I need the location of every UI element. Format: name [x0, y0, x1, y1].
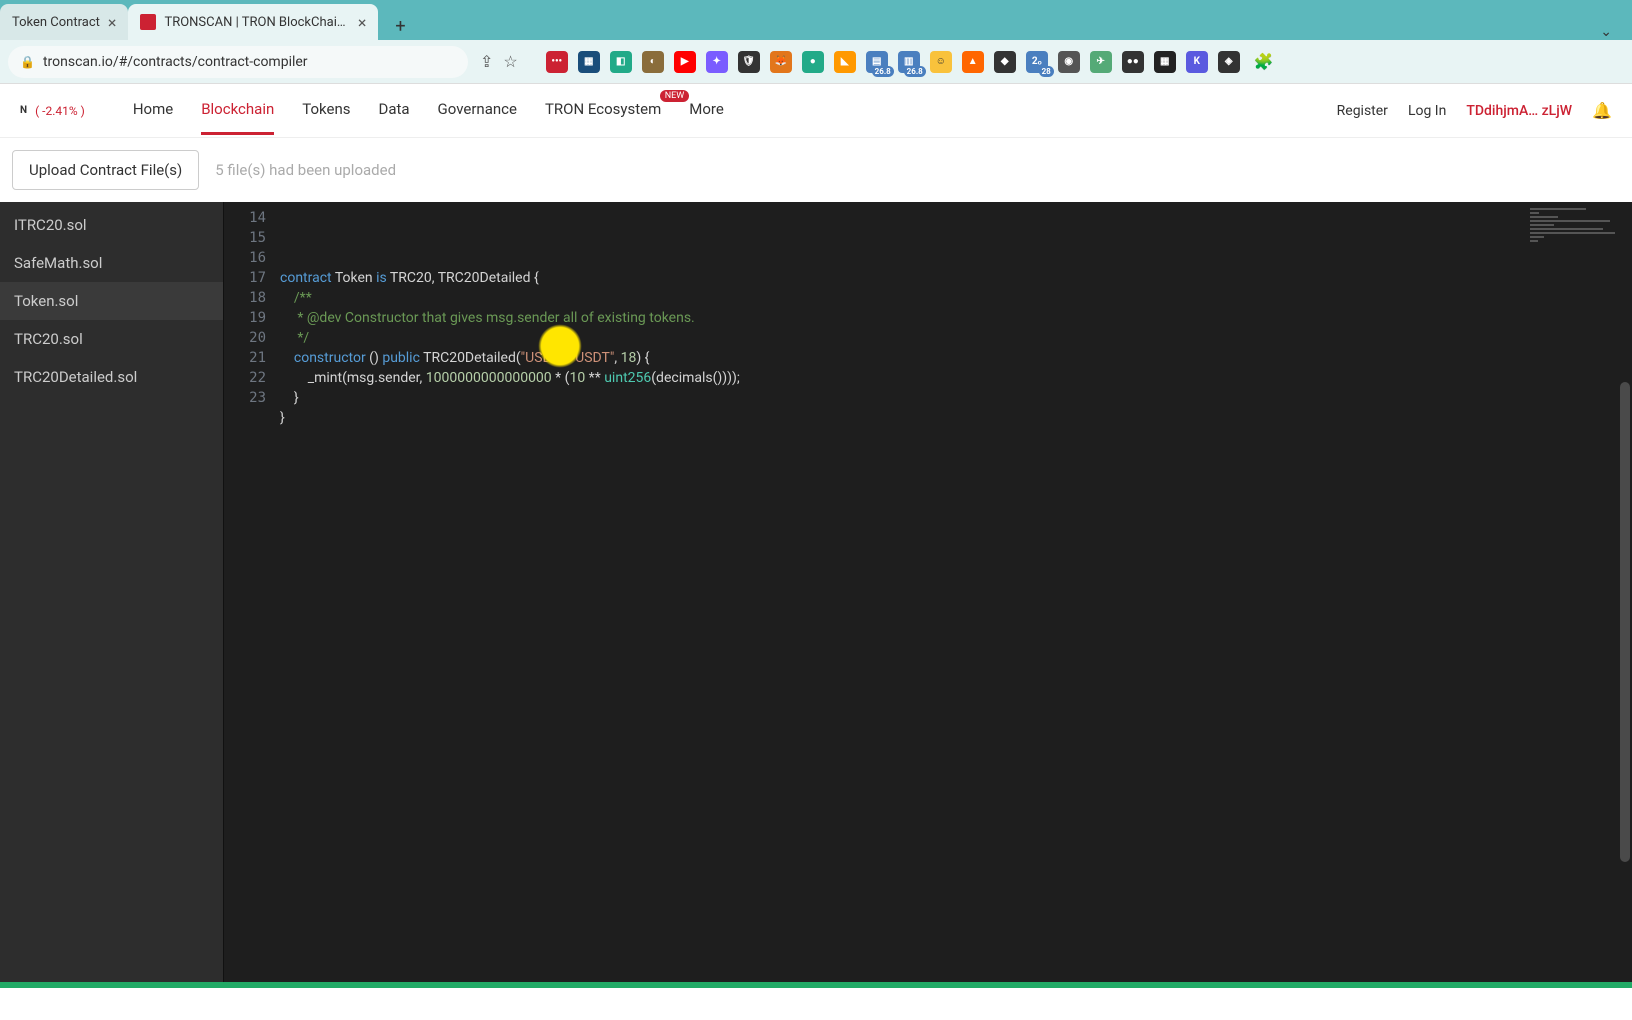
- register-link[interactable]: Register: [1337, 103, 1388, 119]
- extension-icon[interactable]: ◆: [994, 51, 1016, 73]
- address-bar: 🔒 tronscan.io/#/contracts/contract-compi…: [0, 40, 1632, 84]
- extension-icon[interactable]: ▦: [578, 51, 600, 73]
- login-link[interactable]: Log In: [1408, 103, 1446, 119]
- extension-icon[interactable]: ☺: [930, 51, 952, 73]
- upload-status: 5 file(s) had been uploaded: [215, 161, 396, 179]
- lock-icon: 🔒: [20, 55, 35, 69]
- code-area[interactable]: 14151617181920212223 contract Token is T…: [224, 202, 1632, 982]
- code-line[interactable]: */: [280, 328, 1522, 348]
- tab-title: Token Contract: [12, 15, 100, 30]
- extension-icon[interactable]: 🛡: [738, 51, 760, 73]
- code-line[interactable]: contract Token is TRC20, TRC20Detailed {: [280, 268, 1522, 288]
- line-number: 23: [224, 388, 266, 408]
- code-line[interactable]: _mint(msg.sender, 1000000000000000 * (10…: [280, 368, 1522, 388]
- line-number: 19: [224, 308, 266, 328]
- file-list: ITRC20.solSafeMath.solToken.solTRC20.sol…: [0, 202, 224, 982]
- extension-icon[interactable]: ✈: [1090, 51, 1112, 73]
- favicon-icon: [140, 14, 156, 30]
- file-item[interactable]: TRC20Detailed.sol: [0, 358, 223, 396]
- star-icon[interactable]: ☆: [503, 52, 517, 71]
- vertical-scrollbar[interactable]: [1618, 202, 1632, 982]
- extension-icon[interactable]: 2ₒ28: [1026, 51, 1048, 73]
- extension-icon[interactable]: ◧: [610, 51, 632, 73]
- status-bar: [0, 982, 1632, 988]
- upload-bar: Upload Contract File(s) 5 file(s) had be…: [0, 138, 1632, 202]
- extension-icon[interactable]: ●●: [1122, 51, 1144, 73]
- code-line[interactable]: /**: [280, 288, 1522, 308]
- extension-icon[interactable]: ▲: [962, 51, 984, 73]
- upload-contract-button[interactable]: Upload Contract File(s): [12, 150, 199, 190]
- extension-icon[interactable]: ◈: [1218, 51, 1240, 73]
- nav-item-data[interactable]: Data: [378, 86, 409, 135]
- wallet-address[interactable]: TDdihjmA… zLjW: [1466, 103, 1572, 119]
- nav-item-home[interactable]: Home: [133, 86, 173, 135]
- share-icon[interactable]: ⇪: [480, 52, 493, 71]
- line-number: 21: [224, 348, 266, 368]
- close-icon[interactable]: ×: [108, 13, 117, 32]
- line-number: 18: [224, 288, 266, 308]
- minimap[interactable]: [1522, 202, 1632, 982]
- line-gutter: 14151617181920212223: [224, 202, 280, 982]
- extension-icon[interactable]: ▥26.8: [898, 51, 920, 73]
- file-item[interactable]: TRC20.sol: [0, 320, 223, 358]
- extensions-row: ••• ▦ ◧ ◐ ▶ ✦ 🛡 🦊 ● ◣ ▤26.8 ▥26.8 ☺ ▲ ◆ 2ₒ28 ◉ ✈ ●● ▦ K ◈: [546, 51, 1240, 73]
- new-tab-button[interactable]: +: [386, 12, 414, 40]
- code-line[interactable]: * @dev Constructor that gives msg.sender…: [280, 308, 1522, 328]
- url-text: tronscan.io/#/contracts/contract-compile…: [43, 54, 308, 70]
- editor: ITRC20.solSafeMath.solToken.solTRC20.sol…: [0, 202, 1632, 982]
- extension-icon[interactable]: ◣: [834, 51, 856, 73]
- file-item[interactable]: Token.sol: [0, 282, 223, 320]
- chevron-down-icon[interactable]: ⌄: [1600, 24, 1612, 40]
- nav-item-tron-ecosystem[interactable]: TRON EcosystemNEW: [545, 86, 661, 135]
- close-icon[interactable]: ×: [358, 13, 367, 32]
- extension-icon[interactable]: ✦: [706, 51, 728, 73]
- bell-icon[interactable]: 🔔: [1592, 101, 1612, 120]
- line-number: 17: [224, 268, 266, 288]
- file-item[interactable]: ITRC20.sol: [0, 206, 223, 244]
- code-line[interactable]: }: [280, 408, 1522, 428]
- line-number: 20: [224, 328, 266, 348]
- line-number: 16: [224, 248, 266, 268]
- logo: N: [20, 105, 27, 117]
- extension-icon[interactable]: ▦: [1154, 51, 1176, 73]
- nav-item-governance[interactable]: Governance: [438, 86, 517, 135]
- brand-line: N: [20, 105, 27, 117]
- code-line[interactable]: }: [280, 388, 1522, 408]
- price-delta: ( -2.41% ): [35, 104, 85, 118]
- nav-item-blockchain[interactable]: Blockchain: [201, 86, 274, 135]
- browser-tab[interactable]: Token Contract ×: [0, 4, 128, 40]
- scrollbar-thumb[interactable]: [1620, 382, 1630, 862]
- extension-icon[interactable]: ◉: [1058, 51, 1080, 73]
- extension-icon[interactable]: ●: [802, 51, 824, 73]
- line-number: 22: [224, 368, 266, 388]
- line-number: 15: [224, 228, 266, 248]
- puzzle-icon[interactable]: 🧩: [1254, 52, 1274, 71]
- browser-tab-strip: Token Contract × TRONSCAN | TRON BlockCh…: [0, 0, 1632, 40]
- code-content[interactable]: contract Token is TRC20, TRC20Detailed {…: [280, 202, 1522, 982]
- extension-icon[interactable]: K: [1186, 51, 1208, 73]
- site-header: N ( -2.41% ) Home Blockchain Tokens Data Gov…: [0, 84, 1632, 138]
- nav-item-more[interactable]: More: [689, 86, 724, 135]
- browser-tab[interactable]: TRONSCAN | TRON BlockChain E ×: [128, 4, 378, 40]
- nav-item-tokens[interactable]: Tokens: [302, 86, 350, 135]
- url-input[interactable]: 🔒 tronscan.io/#/contracts/contract-compi…: [8, 46, 468, 78]
- header-right: Register Log In TDdihjmA… zLjW 🔔: [1337, 101, 1612, 120]
- line-number: 14: [224, 208, 266, 228]
- extension-icon[interactable]: ▤26.8: [866, 51, 888, 73]
- window-controls: ⌄: [1600, 24, 1632, 40]
- extension-icon[interactable]: 🦊: [770, 51, 792, 73]
- extension-icon[interactable]: ▶: [674, 51, 696, 73]
- code-line[interactable]: constructor () public TRC20Detailed("USD…: [280, 348, 1522, 368]
- tab-title: TRONSCAN | TRON BlockChain E: [164, 15, 349, 30]
- extension-icon[interactable]: •••: [546, 51, 568, 73]
- file-item[interactable]: SafeMath.sol: [0, 244, 223, 282]
- extension-icon[interactable]: ◐: [642, 51, 664, 73]
- main-nav: Home Blockchain Tokens Data Governance TRON E…: [133, 86, 724, 135]
